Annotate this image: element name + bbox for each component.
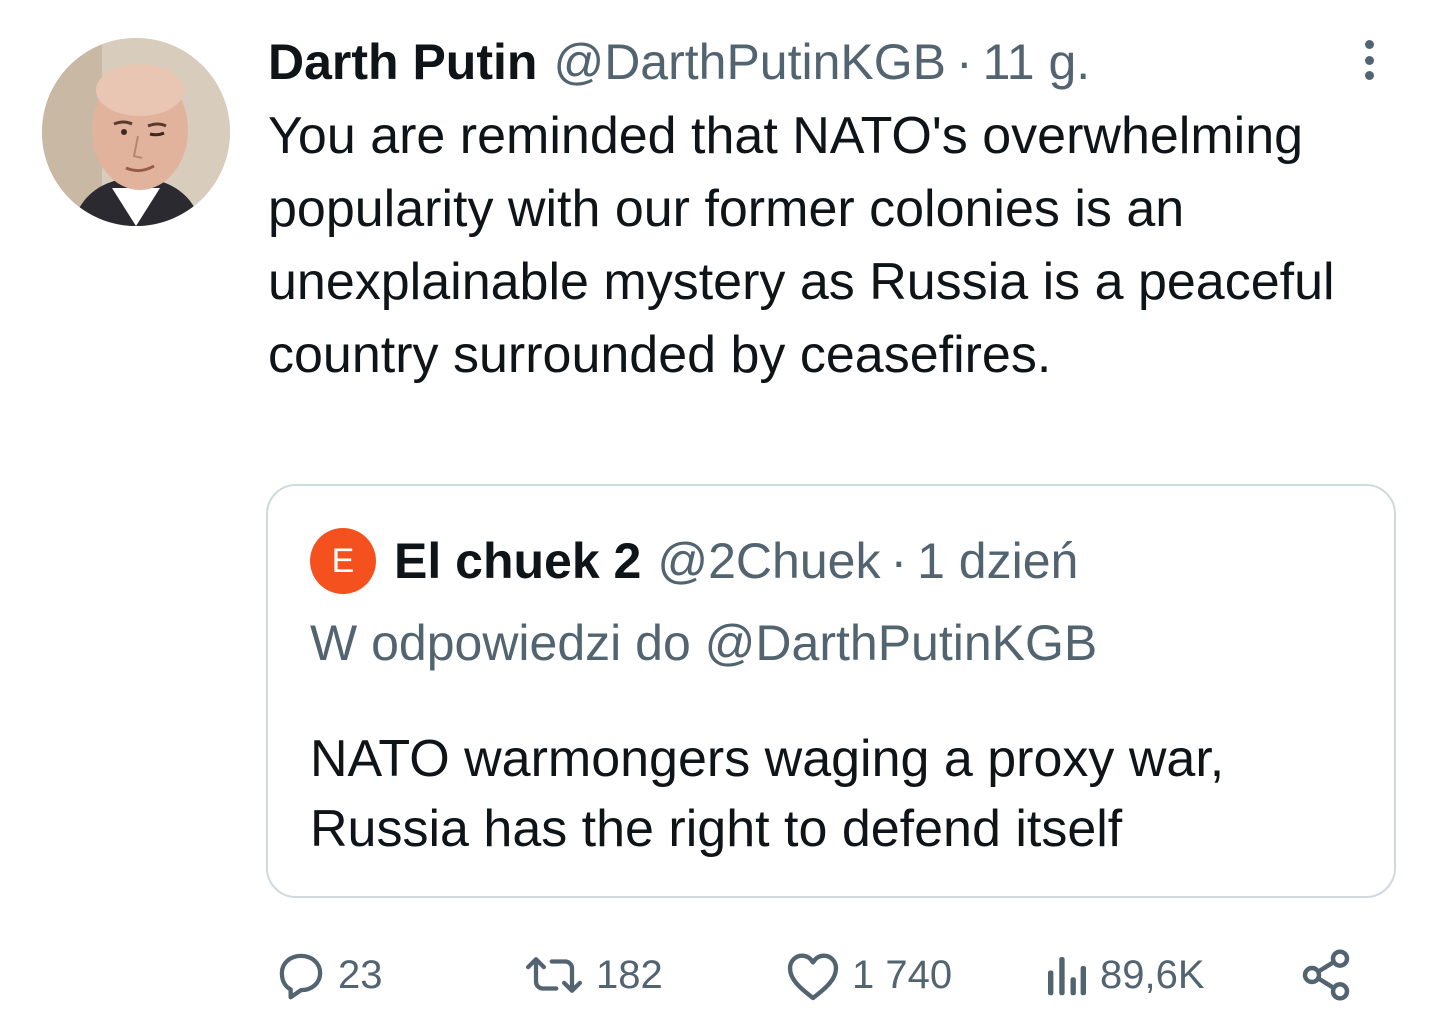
- quoted-author-name[interactable]: El chuek 2: [394, 532, 641, 590]
- reply-context-handle[interactable]: @DarthPutinKGB: [705, 615, 1098, 671]
- reply-context: W odpowiedzi do @DarthPutinKGB: [310, 614, 1097, 672]
- quoted-tweet-card[interactable]: E El chuek 2 @2Chuek · 1 dzień W odpowie…: [266, 484, 1396, 898]
- more-vertical-icon-dot: [1364, 71, 1374, 80]
- share-icon: [1298, 947, 1354, 1003]
- author-handle[interactable]: @DarthPutinKGB: [553, 33, 946, 91]
- retweet-button[interactable]: 182: [522, 940, 663, 1010]
- quoted-author-handle[interactable]: @2Chuek: [657, 532, 880, 590]
- tweet-timestamp[interactable]: 11 g.: [983, 33, 1091, 91]
- quoted-tweet-timestamp[interactable]: 1 dzień: [917, 532, 1078, 590]
- like-button[interactable]: 1 740: [784, 940, 952, 1010]
- quoted-tweet-text: NATO warmongers waging a proxy war, Russ…: [310, 730, 1225, 858]
- reply-count: 23: [338, 952, 383, 997]
- more-vertical-icon: [1364, 40, 1374, 49]
- retweet-icon: [522, 948, 586, 1002]
- quoted-header-separator: ·: [890, 533, 908, 589]
- header-separator: ·: [956, 34, 973, 90]
- quoted-tweet-header: E El chuek 2 @2Chuek · 1 dzień: [310, 528, 1078, 594]
- views-count: 89,6K: [1100, 952, 1205, 997]
- tweet-text: You are reminded that NATO's overwhelmin…: [268, 107, 1335, 384]
- tweet-header: Darth Putin @DarthPutinKGB · 11 g.: [268, 32, 1090, 92]
- views-icon: [1042, 948, 1090, 1002]
- more-vertical-icon-dot: [1364, 55, 1374, 65]
- reply-context-label: W odpowiedzi do: [310, 615, 691, 671]
- views-button[interactable]: 89,6K: [1042, 940, 1205, 1010]
- share-button[interactable]: [1298, 940, 1354, 1010]
- author-name[interactable]: Darth Putin: [268, 33, 537, 91]
- author-avatar[interactable]: [42, 38, 230, 226]
- retweet-count: 182: [596, 952, 663, 997]
- quoted-author-avatar[interactable]: E: [310, 528, 376, 594]
- like-count: 1 740: [852, 952, 953, 997]
- reply-button[interactable]: 23: [274, 940, 383, 1010]
- heart-icon: [784, 948, 842, 1002]
- more-options-button[interactable]: [1352, 36, 1386, 84]
- tweet-action-bar: 23 182 1 740 89,6K: [270, 940, 1360, 1010]
- reply-icon: [274, 948, 328, 1002]
